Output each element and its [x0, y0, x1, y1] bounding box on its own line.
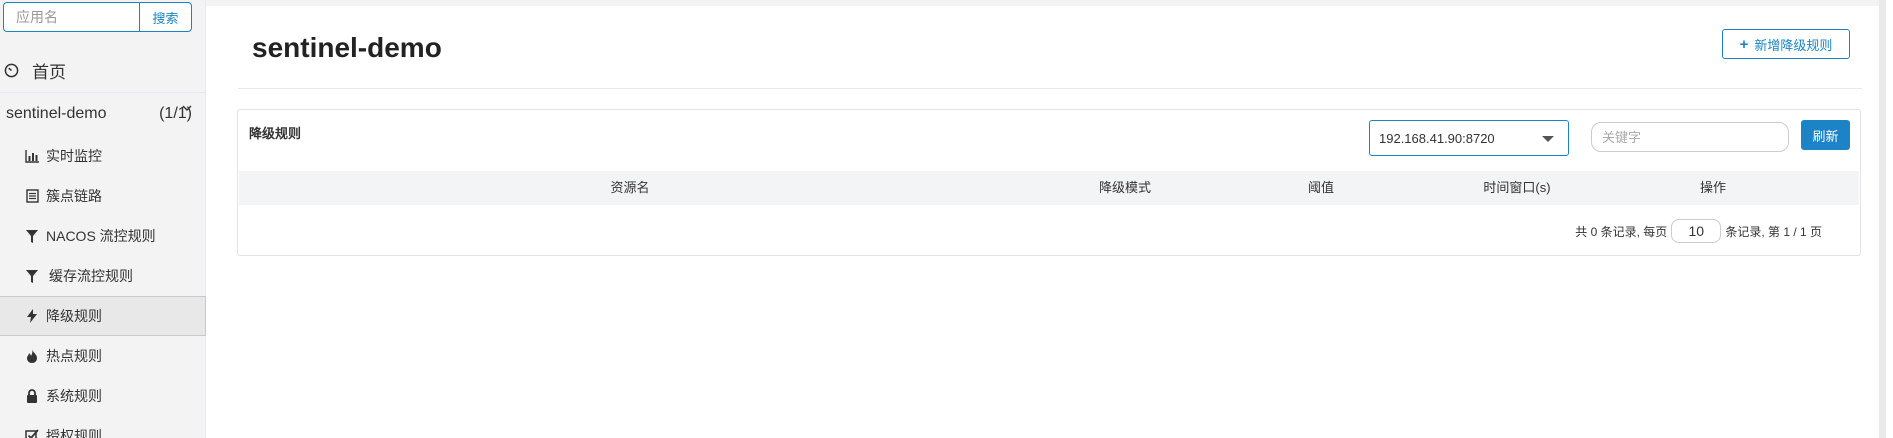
menu-item-authority-rules[interactable]: 授权规则 [0, 416, 206, 438]
list-icon [24, 188, 40, 204]
column-header-threshold: 阈值 [1307, 180, 1335, 195]
menu-item-degrade-rules[interactable]: 降级规则 [0, 296, 206, 336]
keyword-input[interactable] [1591, 122, 1789, 152]
menu-item-cache-flow-rules[interactable]: 缓存流控规则 [0, 256, 206, 296]
nav-home-label: 首页 [32, 62, 66, 82]
bolt-icon [24, 308, 40, 324]
app-name: sentinel-demo [6, 105, 107, 122]
sidebar: 搜索 首页 sentinel-demo (1/1) 实时监控 簇点链路 NACO… [0, 0, 206, 438]
page-title: sentinel-demo [252, 32, 442, 63]
add-degrade-rule-button[interactable]: + 新增降级规则 [1722, 29, 1850, 59]
app-search-input[interactable] [3, 2, 139, 32]
menu-item-label: 系统规则 [46, 388, 102, 404]
menu-item-label: 降级规则 [46, 308, 102, 324]
menu-item-cluster-link[interactable]: 簇点链路 [0, 176, 206, 216]
menu-item-system-rules[interactable]: 系统规则 [0, 376, 206, 416]
degrade-rules-panel: 降级规则 192.168.41.90:8720 刷新 资源名 降级模式 阈值 时… [237, 109, 1861, 256]
menu-item-hotspot-rules[interactable]: 热点规则 [0, 336, 206, 376]
fire-icon [24, 348, 40, 364]
top-band [206, 0, 1886, 6]
main-content: sentinel-demo + 新增降级规则 降级规则 192.168.41.9… [206, 0, 1886, 438]
menu-item-label: NACOS 流控规则 [46, 228, 156, 244]
filter-icon [24, 268, 40, 284]
machine-select[interactable]: 192.168.41.90:8720 [1369, 120, 1569, 156]
menu-item-nacos-flow-rules[interactable]: NACOS 流控规则 [0, 216, 206, 256]
column-header-actions: 操作 [1699, 180, 1727, 195]
column-header-degrade-mode: 降级模式 [1098, 180, 1152, 195]
table-header: 资源名 降级模式 阈值 时间窗口(s) 操作 [239, 171, 1859, 205]
machine-select-value: 192.168.41.90:8720 [1379, 130, 1495, 146]
column-header-resource: 资源名 [610, 180, 650, 195]
nav-home[interactable]: 首页 [0, 52, 206, 88]
menu-item-label: 热点规则 [46, 348, 102, 364]
caret-down-icon [1542, 136, 1554, 142]
pagination-summary: 条记录, 第 1 / 1 页 [1725, 224, 1822, 239]
app-menu-header[interactable]: sentinel-demo (1/1) [0, 94, 206, 134]
chevron-down-icon [182, 102, 192, 116]
page-size-input[interactable] [1671, 219, 1722, 243]
menu-item-label: 簇点链路 [46, 188, 102, 204]
menu-item-realtime-monitor[interactable]: 实时监控 [0, 136, 206, 176]
filter-icon [24, 228, 40, 244]
app-search: 搜索 [3, 2, 192, 32]
menu-item-label: 实时监控 [46, 148, 102, 164]
vertical-scrollbar[interactable] [1879, 0, 1886, 438]
bar-chart-icon [24, 148, 40, 164]
refresh-button[interactable]: 刷新 [1801, 120, 1850, 150]
menu-item-label: 缓存流控规则 [49, 268, 133, 284]
plus-icon: + [1739, 35, 1749, 53]
divider [0, 92, 206, 93]
add-degrade-rule-label: 新增降级规则 [1754, 37, 1833, 53]
column-header-time-window: 时间窗口(s) [1483, 180, 1551, 195]
app-search-button[interactable]: 搜索 [139, 2, 192, 32]
lock-icon [24, 388, 40, 404]
panel-title: 降级规则 [249, 126, 302, 141]
check-square-icon [24, 428, 40, 438]
divider [238, 88, 1862, 89]
dashboard-icon [2, 61, 20, 79]
pagination-total: 共 0 条记录, 每页 [1575, 224, 1668, 239]
pagination: 共 0 条记录, 每页 条记录, 第 1 / 1 页 [1575, 219, 1822, 243]
menu-item-label: 授权规则 [46, 428, 102, 438]
